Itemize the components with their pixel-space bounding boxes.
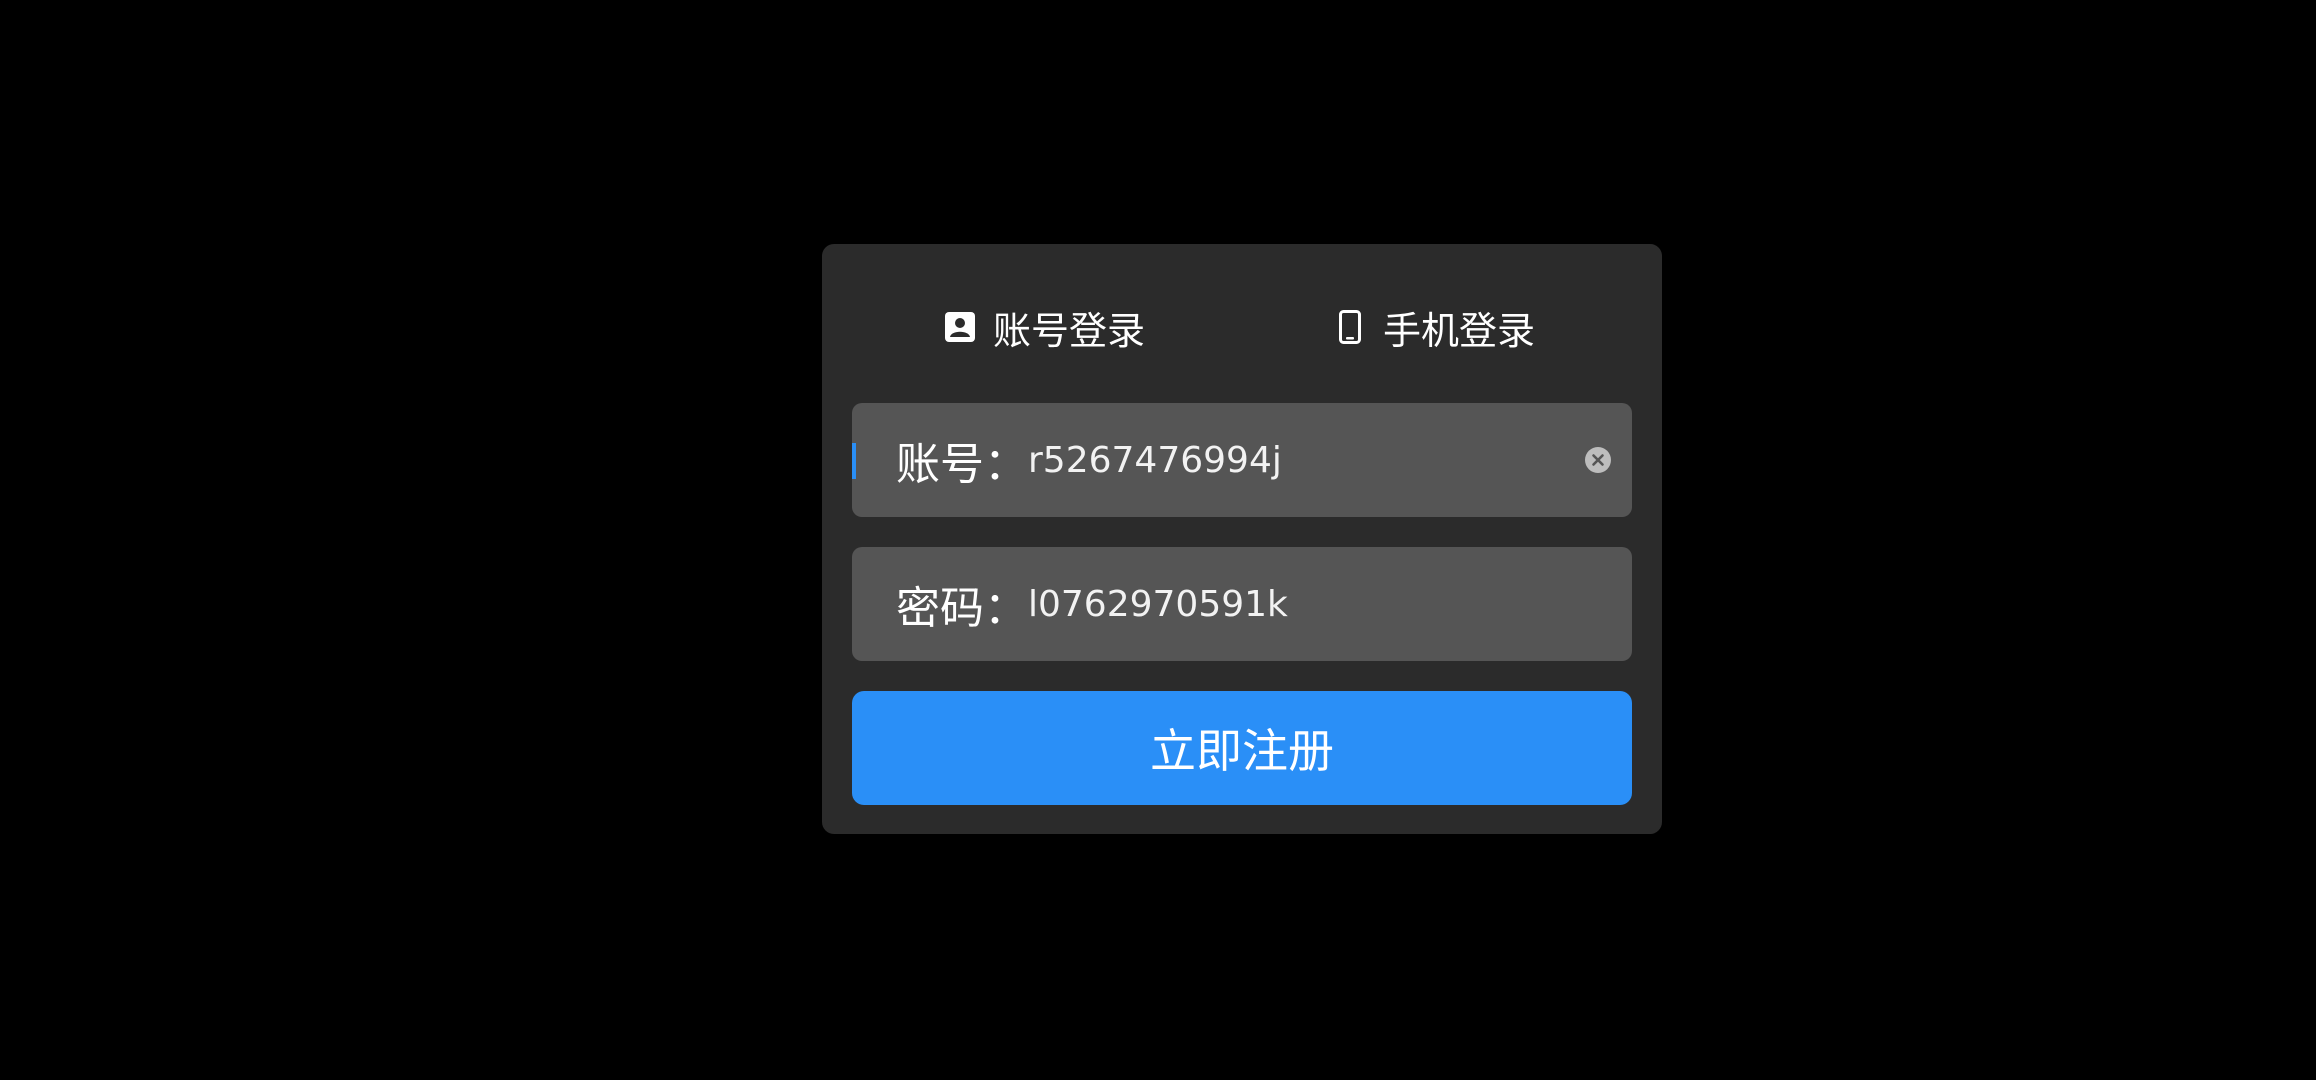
account-box-icon <box>945 310 975 344</box>
phone-icon <box>1335 310 1365 344</box>
tab-account-login[interactable]: 账号登录 <box>945 302 1146 353</box>
clear-icon[interactable] <box>1584 446 1612 474</box>
password-field[interactable]: 密码： l0762970591k <box>852 547 1632 661</box>
account-input[interactable]: r5267476994j <box>1028 440 1282 481</box>
register-dialog: 账号登录 手机登录 账号： r5267476994j 密码： l07629705… <box>822 244 1662 834</box>
register-button[interactable]: 立即注册 <box>852 691 1632 805</box>
password-label: 密码： <box>896 583 1028 634</box>
login-tabs: 账号登录 手机登录 <box>822 244 1662 404</box>
account-label: 账号： <box>896 439 1028 490</box>
account-field[interactable]: 账号： r5267476994j <box>852 403 1632 517</box>
tab-phone-login[interactable]: 手机登录 <box>1335 302 1536 353</box>
password-input[interactable]: l0762970591k <box>1028 584 1288 625</box>
text-cursor <box>852 443 856 479</box>
tab-phone-label: 手机登录 <box>1383 308 1536 353</box>
tab-account-label: 账号登录 <box>993 308 1146 353</box>
